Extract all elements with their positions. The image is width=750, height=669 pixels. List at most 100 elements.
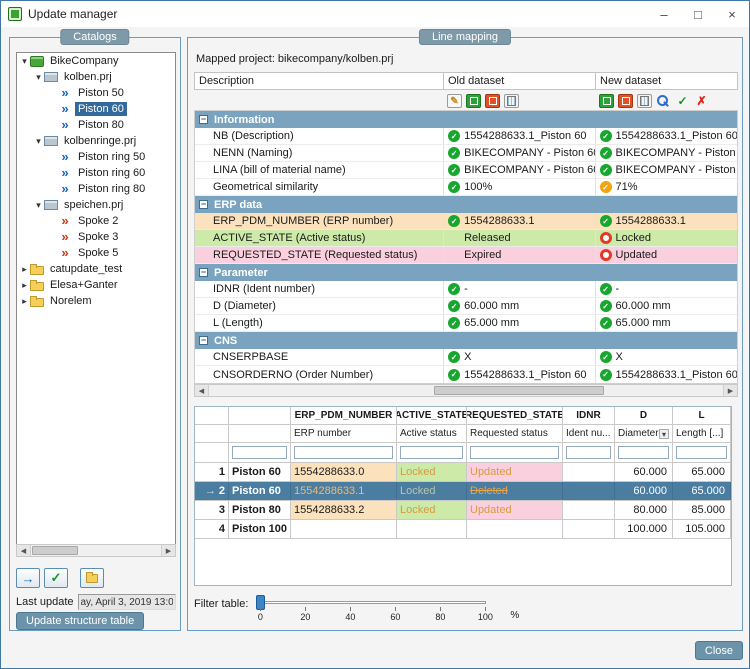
mapping-row[interactable]: IDNR (Ident number)✓-✓- [195, 281, 737, 298]
mapping-row[interactable]: ERP_PDM_NUMBER (ERP number)✓1554288633.1… [195, 213, 737, 230]
mapping-row[interactable]: NENN (Naming)✓BIKECOMPANY - Piston 60✓BI… [195, 145, 737, 162]
tree-scroll-track[interactable] [31, 545, 161, 556]
mapping-scroll-track[interactable] [209, 385, 723, 396]
mapping-row[interactable]: LINA (bill of material name)✓BIKECOMPANY… [195, 162, 737, 179]
column-description[interactable]: Description [194, 72, 444, 90]
apply-red-icon[interactable] [618, 94, 633, 108]
collapse-arrow-icon[interactable]: ▾ [19, 56, 30, 67]
close-button[interactable]: Close [695, 641, 743, 660]
filter-input-erp[interactable] [294, 446, 393, 459]
grid-column-subheader-active[interactable]: Active status [397, 425, 467, 442]
filter-input-requested[interactable] [470, 446, 559, 459]
tree-item[interactable]: »Piston 80 [17, 117, 175, 133]
grid-column-header-erp[interactable]: ERP_PDM_NUMBER [291, 407, 397, 424]
section-header[interactable]: −CNS [195, 332, 737, 349]
grid-row[interactable]: 3Piston 801554288633.2LockedUpdated80.00… [195, 501, 731, 520]
collapse-icon[interactable]: − [199, 115, 208, 124]
reject-icon[interactable]: ✗ [694, 94, 709, 108]
column-new-dataset[interactable]: New dataset [596, 72, 738, 90]
filter-input-name[interactable] [232, 446, 287, 459]
tree-item[interactable]: ▸Norelem [17, 293, 175, 309]
mapping-row[interactable]: CNSORDERNO (Order Number)✓1554288633.1_P… [195, 366, 737, 383]
scroll-left-icon[interactable]: ◀ [195, 385, 209, 396]
grid-column-header-active[interactable]: ACTIVE_STATE [397, 407, 467, 424]
transfer-button[interactable]: → [16, 568, 40, 588]
collapse-arrow-icon[interactable]: ▾ [33, 72, 44, 83]
collapse-icon[interactable]: − [199, 336, 208, 345]
browse-button[interactable] [80, 568, 104, 588]
collapse-arrow-icon[interactable]: ▾ [33, 136, 44, 147]
collapse-icon[interactable]: − [199, 268, 208, 277]
minimize-button[interactable]: – [647, 1, 681, 27]
grid-column-subheader-requested[interactable]: Requested status [467, 425, 563, 442]
accept-icon[interactable]: ✓ [675, 94, 690, 108]
tree-item[interactable]: ▾speichen.prj [17, 197, 175, 213]
update-structure-table-button[interactable]: Update structure table [16, 612, 144, 630]
grid-row[interactable]: 4Piston 100100.000105.000 [195, 520, 731, 539]
tree-item[interactable]: ▾kolben.prj [17, 69, 175, 85]
maximize-button[interactable]: □ [681, 1, 715, 27]
filter-input-idnr[interactable] [566, 446, 611, 459]
grid-column-header-requested[interactable]: REQUESTED_STATE [467, 407, 563, 424]
clear-icon[interactable] [637, 94, 652, 108]
apply-green-icon[interactable] [599, 94, 614, 108]
collapse-arrow-icon[interactable]: ▾ [33, 200, 44, 211]
tree-item[interactable]: »Piston ring 60 [17, 165, 175, 181]
tree-item[interactable]: ▸Elesa+Ganter [17, 277, 175, 293]
mapping-row[interactable]: ACTIVE_STATE (Active status)ReleasedLock… [195, 230, 737, 247]
tree-item[interactable]: »Spoke 3 [17, 229, 175, 245]
grid-column-header-d[interactable]: D [615, 407, 673, 424]
tree-item[interactable]: »Piston 60 [17, 101, 175, 117]
grid-row[interactable]: 1Piston 601554288633.0LockedUpdated60.00… [195, 463, 731, 482]
tree-scroll-thumb[interactable] [32, 546, 78, 555]
filter-input-active[interactable] [400, 446, 463, 459]
tree-item[interactable]: »Piston 50 [17, 85, 175, 101]
mapping-row[interactable]: Geometrical similarity✓100%✓71% [195, 179, 737, 196]
last-update-field[interactable] [78, 594, 176, 610]
expand-arrow-icon[interactable]: ▸ [19, 264, 30, 275]
grid-row[interactable]: →2Piston 601554288633.1LockedDeleted60.0… [195, 482, 731, 501]
edit-filter-icon[interactable] [447, 94, 462, 108]
clear-icon[interactable] [504, 94, 519, 108]
mapping-scrollbar[interactable]: ◀ ▶ [194, 384, 738, 397]
grid-column-subheader-erp[interactable]: ERP number [291, 425, 397, 442]
grid-column-subheader-l[interactable]: Length [...] [673, 425, 731, 442]
grid-column-subheader-idnr[interactable]: Ident nu... [563, 425, 615, 442]
section-header[interactable]: −ERP data [195, 196, 737, 213]
mapping-row[interactable]: CNSERPBASE✓X✓X [195, 349, 737, 366]
filter-input-d[interactable] [618, 446, 669, 459]
expand-arrow-icon[interactable]: ▸ [19, 280, 30, 291]
mapping-row[interactable]: D (Diameter)✓60.000 mm✓60.000 mm [195, 298, 737, 315]
apply-green-icon[interactable] [466, 94, 481, 108]
tree-item[interactable]: »Piston ring 50 [17, 149, 175, 165]
apply-red-icon[interactable] [485, 94, 500, 108]
tree-item[interactable]: »Piston ring 80 [17, 181, 175, 197]
filter-input-l[interactable] [676, 446, 727, 459]
tree-item[interactable]: »Spoke 5 [17, 245, 175, 261]
section-header[interactable]: −Parameter [195, 264, 737, 281]
collapse-icon[interactable]: − [199, 200, 208, 209]
mapping-row[interactable]: NB (Description)✓1554288633.1_Piston 60✓… [195, 128, 737, 145]
tree-scrollbar[interactable]: ◀ ▶ [16, 544, 176, 557]
filter-slider[interactable]: 020406080100 [256, 594, 496, 624]
slider-track[interactable] [260, 601, 486, 604]
scroll-right-icon[interactable]: ▶ [723, 385, 737, 396]
mapping-row[interactable]: REQUESTED_STATE (Requested status)Expire… [195, 247, 737, 264]
mapping-scroll-thumb[interactable] [434, 386, 604, 395]
mapping-row[interactable]: L (Length)✓65.000 mm✓65.000 mm [195, 315, 737, 332]
dropdown-icon[interactable]: ▾ [659, 429, 669, 439]
scroll-right-icon[interactable]: ▶ [161, 545, 175, 556]
section-header[interactable]: −Information [195, 111, 737, 128]
tree-item[interactable]: »Spoke 2 [17, 213, 175, 229]
grid-column-subheader-d[interactable]: Diameter▾ [615, 425, 673, 442]
tree-item[interactable]: ▸catupdate_test [17, 261, 175, 277]
scroll-left-icon[interactable]: ◀ [17, 545, 31, 556]
tree-item[interactable]: ▾kolbenringe.prj [17, 133, 175, 149]
grid-column-header-idnr[interactable]: IDNR [563, 407, 615, 424]
search-user-icon[interactable] [656, 94, 671, 108]
titlebar-close-button[interactable]: × [715, 1, 749, 27]
confirm-button[interactable]: ✓ [44, 568, 68, 588]
tree-item[interactable]: ▾BikeCompany [17, 53, 175, 69]
grid-column-header-l[interactable]: L [673, 407, 731, 424]
column-old-dataset[interactable]: Old dataset [444, 72, 596, 90]
